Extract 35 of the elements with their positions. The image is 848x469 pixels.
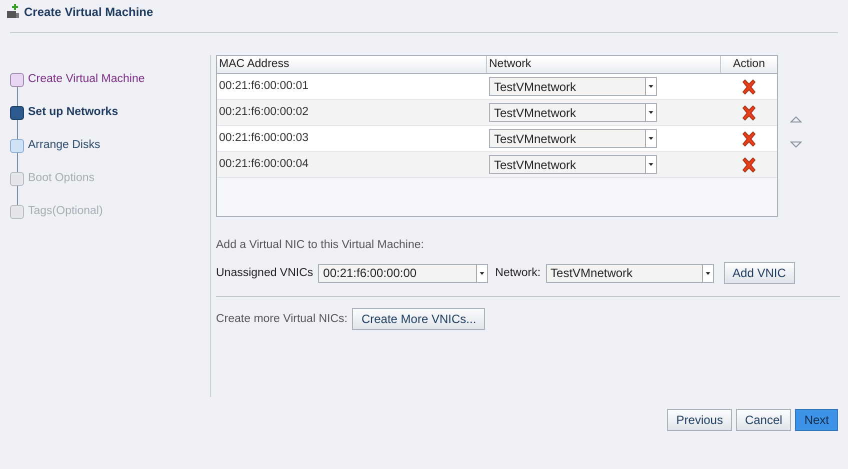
wizard-step: Set up Networks (28, 104, 118, 122)
computer-add-icon (6, 4, 20, 20)
table-cell-text: 00:21:f6:00:00:01 (218, 78, 310, 94)
column-header: MAC Address (217, 56, 487, 73)
wizard-step: Boot Options (28, 170, 94, 188)
create-more-vnics-button[interactable]: Create More VNICs... (352, 308, 486, 330)
add-vnic-button[interactable]: Add VNIC (724, 262, 795, 284)
table-cell-text: 00:21:f6:00:00:04 (218, 156, 310, 172)
wizard-button[interactable]: Previous (667, 409, 732, 431)
wizard-step: Arrange Disks (28, 136, 100, 154)
delete-icon[interactable] (741, 130, 757, 146)
network-dropdown[interactable]: TestVMnetwork (489, 155, 657, 174)
network-dropdown[interactable]: TestVMnetwork (489, 129, 657, 148)
move-down-icon[interactable] (790, 141, 802, 149)
wizard-step: Tags(Optional) (28, 202, 103, 220)
section-label: Add a Virtual NIC to this Virtual Machine: (216, 238, 425, 253)
column-header: Network (487, 56, 721, 73)
table-cell-text: 00:21:f6:00:00:03 (218, 130, 310, 146)
delete-icon[interactable] (741, 78, 757, 94)
network-dropdown[interactable]: TestVMnetwork (489, 103, 657, 122)
field-label: Network: (495, 266, 541, 281)
window-title: Create Virtual Machine (24, 4, 154, 21)
field-label: Unassigned VNICs (216, 266, 314, 281)
delete-icon[interactable] (741, 104, 757, 120)
vnic-dropdown[interactable]: 00:21:f6:00:00:00 (318, 264, 488, 283)
next-button[interactable]: Next (795, 409, 838, 431)
network-dropdown[interactable]: TestVMnetwork (489, 77, 657, 96)
network-dropdown[interactable]: TestVMnetwork (546, 264, 714, 283)
column-header: Action (732, 57, 766, 72)
move-up-icon[interactable] (790, 115, 802, 123)
wizard-button[interactable]: Cancel (736, 409, 792, 431)
wizard-step: Create Virtual Machine (28, 70, 145, 88)
table-cell-text: 00:21:f6:00:00:02 (218, 104, 310, 120)
field-label: Create more Virtual NICs: (216, 312, 348, 327)
delete-icon[interactable] (741, 156, 757, 172)
